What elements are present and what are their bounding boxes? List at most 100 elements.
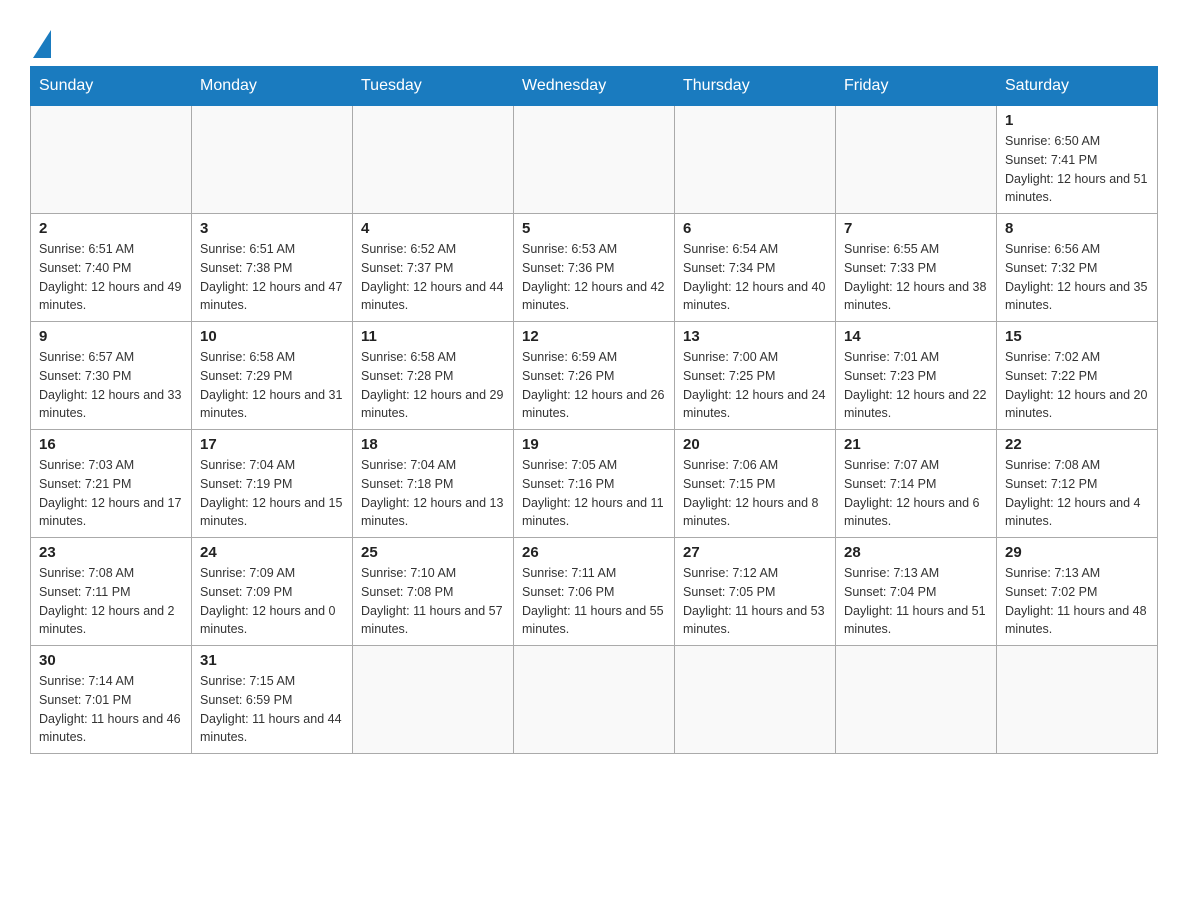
calendar-cell: 29Sunrise: 7:13 AMSunset: 7:02 PMDayligh… — [997, 538, 1158, 646]
day-number: 25 — [361, 544, 505, 561]
day-number: 6 — [683, 220, 827, 237]
calendar-cell — [353, 646, 514, 754]
day-number: 19 — [522, 436, 666, 453]
day-number: 5 — [522, 220, 666, 237]
day-info: Sunrise: 7:14 AMSunset: 7:01 PMDaylight:… — [39, 672, 183, 747]
day-info: Sunrise: 6:59 AMSunset: 7:26 PMDaylight:… — [522, 348, 666, 423]
day-info: Sunrise: 7:05 AMSunset: 7:16 PMDaylight:… — [522, 456, 666, 531]
day-number: 12 — [522, 328, 666, 345]
day-number: 16 — [39, 436, 183, 453]
day-number: 7 — [844, 220, 988, 237]
calendar-cell: 10 Sunrise: 6:58 AMSunset: 7:29 PMDayligh… — [192, 322, 353, 430]
day-info: Sunrise: 6:57 AMSunset: 7:30 PMDaylight:… — [39, 348, 183, 423]
weekday-header-saturday: Saturday — [997, 67, 1158, 106]
calendar-cell: 7 Sunrise: 6:55 AMSunset: 7:33 PMDaylight… — [836, 214, 997, 322]
calendar-cell: 11Sunrise: 6:58 AMSunset: 7:28 PMDayligh… — [353, 322, 514, 430]
calendar-cell — [514, 106, 675, 214]
calendar-cell: 23 Sunrise: 7:08 AMSunset: 7:11 PMDayligh… — [31, 538, 192, 646]
calendar-cell: 19 Sunrise: 7:05 AMSunset: 7:16 PMDayligh… — [514, 430, 675, 538]
day-number: 30 — [39, 652, 183, 669]
day-info: Sunrise: 7:12 AMSunset: 7:05 PMDaylight:… — [683, 564, 827, 639]
day-info: Sunrise: 6:50 AMSunset: 7:41 PMDaylight:… — [1005, 132, 1149, 207]
day-info: Sunrise: 7:13 AMSunset: 7:02 PMDaylight:… — [1005, 564, 1149, 639]
calendar-cell — [514, 646, 675, 754]
day-number: 24 — [200, 544, 344, 561]
day-info: Sunrise: 6:53 AMSunset: 7:36 PMDaylight:… — [522, 240, 666, 315]
page-header — [30, 20, 1158, 56]
day-info: Sunrise: 7:06 AMSunset: 7:15 PMDaylight:… — [683, 456, 827, 531]
calendar-week-row: 30 Sunrise: 7:14 AMSunset: 7:01 PMDayligh… — [31, 646, 1158, 754]
day-info: Sunrise: 7:09 AMSunset: 7:09 PMDaylight:… — [200, 564, 344, 639]
calendar-cell: 6 Sunrise: 6:54 AMSunset: 7:34 PMDaylight… — [675, 214, 836, 322]
day-number: 22 — [1005, 436, 1149, 453]
calendar-cell — [31, 106, 192, 214]
weekday-header-row: SundayMondayTuesdayWednesdayThursdayFrid… — [31, 67, 1158, 106]
weekday-header-tuesday: Tuesday — [353, 67, 514, 106]
calendar-cell: 18 Sunrise: 7:04 AMSunset: 7:18 PMDayligh… — [353, 430, 514, 538]
day-info: Sunrise: 6:54 AMSunset: 7:34 PMDaylight:… — [683, 240, 827, 315]
day-info: Sunrise: 6:58 AMSunset: 7:29 PMDaylight:… — [200, 348, 344, 423]
day-info: Sunrise: 7:13 AMSunset: 7:04 PMDaylight:… — [844, 564, 988, 639]
day-number: 28 — [844, 544, 988, 561]
day-number: 17 — [200, 436, 344, 453]
weekday-header-thursday: Thursday — [675, 67, 836, 106]
calendar-cell — [836, 106, 997, 214]
logo-triangle-icon — [33, 30, 51, 58]
calendar-cell: 9Sunrise: 6:57 AMSunset: 7:30 PMDaylight… — [31, 322, 192, 430]
calendar-cell: 20 Sunrise: 7:06 AMSunset: 7:15 PMDayligh… — [675, 430, 836, 538]
day-number: 31 — [200, 652, 344, 669]
day-info: Sunrise: 7:08 AMSunset: 7:12 PMDaylight:… — [1005, 456, 1149, 531]
day-info: Sunrise: 7:04 AMSunset: 7:19 PMDaylight:… — [200, 456, 344, 531]
day-info: Sunrise: 7:11 AMSunset: 7:06 PMDaylight:… — [522, 564, 666, 639]
day-info: Sunrise: 7:00 AMSunset: 7:25 PMDaylight:… — [683, 348, 827, 423]
calendar-cell: 16Sunrise: 7:03 AMSunset: 7:21 PMDayligh… — [31, 430, 192, 538]
day-info: Sunrise: 6:55 AMSunset: 7:33 PMDaylight:… — [844, 240, 988, 315]
calendar-cell: 4Sunrise: 6:52 AMSunset: 7:37 PMDaylight… — [353, 214, 514, 322]
calendar-week-row: 9Sunrise: 6:57 AMSunset: 7:30 PMDaylight… — [31, 322, 1158, 430]
day-number: 1 — [1005, 112, 1149, 129]
calendar-cell: 28 Sunrise: 7:13 AMSunset: 7:04 PMDayligh… — [836, 538, 997, 646]
calendar-cell: 27 Sunrise: 7:12 AMSunset: 7:05 PMDayligh… — [675, 538, 836, 646]
day-info: Sunrise: 6:51 AMSunset: 7:38 PMDaylight:… — [200, 240, 344, 315]
day-info: Sunrise: 7:04 AMSunset: 7:18 PMDaylight:… — [361, 456, 505, 531]
calendar-cell: 17 Sunrise: 7:04 AMSunset: 7:19 PMDayligh… — [192, 430, 353, 538]
calendar-cell: 24 Sunrise: 7:09 AMSunset: 7:09 PMDayligh… — [192, 538, 353, 646]
logo — [30, 30, 51, 56]
calendar-cell: 15Sunrise: 7:02 AMSunset: 7:22 PMDayligh… — [997, 322, 1158, 430]
weekday-header-sunday: Sunday — [31, 67, 192, 106]
calendar-cell: 31Sunrise: 7:15 AMSunset: 6:59 PMDayligh… — [192, 646, 353, 754]
calendar-week-row: 16Sunrise: 7:03 AMSunset: 7:21 PMDayligh… — [31, 430, 1158, 538]
calendar-cell: 26 Sunrise: 7:11 AMSunset: 7:06 PMDayligh… — [514, 538, 675, 646]
day-info: Sunrise: 7:07 AMSunset: 7:14 PMDaylight:… — [844, 456, 988, 531]
day-info: Sunrise: 7:10 AMSunset: 7:08 PMDaylight:… — [361, 564, 505, 639]
calendar-cell — [836, 646, 997, 754]
day-number: 18 — [361, 436, 505, 453]
day-number: 23 — [39, 544, 183, 561]
calendar-cell: 5 Sunrise: 6:53 AMSunset: 7:36 PMDaylight… — [514, 214, 675, 322]
calendar-cell: 8Sunrise: 6:56 AMSunset: 7:32 PMDaylight… — [997, 214, 1158, 322]
calendar-cell — [675, 106, 836, 214]
calendar-cell: 22 Sunrise: 7:08 AMSunset: 7:12 PMDayligh… — [997, 430, 1158, 538]
day-info: Sunrise: 7:08 AMSunset: 7:11 PMDaylight:… — [39, 564, 183, 639]
day-info: Sunrise: 7:02 AMSunset: 7:22 PMDaylight:… — [1005, 348, 1149, 423]
calendar-cell — [353, 106, 514, 214]
calendar-table: SundayMondayTuesdayWednesdayThursdayFrid… — [30, 66, 1158, 754]
calendar-cell: 1 Sunrise: 6:50 AMSunset: 7:41 PMDaylight… — [997, 106, 1158, 214]
day-number: 3 — [200, 220, 344, 237]
day-number: 26 — [522, 544, 666, 561]
day-info: Sunrise: 6:51 AMSunset: 7:40 PMDaylight:… — [39, 240, 183, 315]
day-info: Sunrise: 7:01 AMSunset: 7:23 PMDaylight:… — [844, 348, 988, 423]
calendar-cell: 13 Sunrise: 7:00 AMSunset: 7:25 PMDayligh… — [675, 322, 836, 430]
day-number: 13 — [683, 328, 827, 345]
calendar-cell: 30 Sunrise: 7:14 AMSunset: 7:01 PMDayligh… — [31, 646, 192, 754]
calendar-cell: 14Sunrise: 7:01 AMSunset: 7:23 PMDayligh… — [836, 322, 997, 430]
weekday-header-wednesday: Wednesday — [514, 67, 675, 106]
calendar-cell — [675, 646, 836, 754]
calendar-cell — [192, 106, 353, 214]
day-number: 10 — [200, 328, 344, 345]
day-number: 27 — [683, 544, 827, 561]
day-number: 4 — [361, 220, 505, 237]
calendar-cell: 12 Sunrise: 6:59 AMSunset: 7:26 PMDayligh… — [514, 322, 675, 430]
day-number: 20 — [683, 436, 827, 453]
day-info: Sunrise: 6:58 AMSunset: 7:28 PMDaylight:… — [361, 348, 505, 423]
